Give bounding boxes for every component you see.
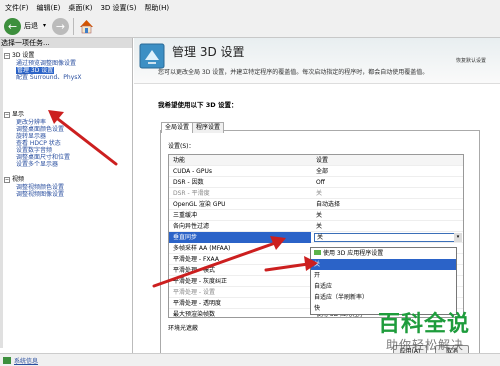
grid-row[interactable]: CUDA - GPUs 全部 bbox=[169, 166, 463, 177]
settings-question: 我希望使用以下 3D 设置： bbox=[158, 101, 238, 109]
task-pane: 选择一项任务... −3D 设置 通过预览调整图像设置 管理 3D 设置 配置 … bbox=[0, 38, 133, 356]
chevron-down-icon[interactable]: ▾ bbox=[454, 233, 462, 242]
page-title: 管理 3D 设置 bbox=[172, 45, 245, 59]
tree-item-surround[interactable]: 配置 Surround、PhysX bbox=[16, 74, 82, 81]
menu-file[interactable]: 文件(F) bbox=[1, 0, 33, 16]
option-off[interactable]: 关 bbox=[311, 259, 456, 270]
tab-program-settings[interactable]: 程序设置 bbox=[192, 122, 225, 133]
toolbar: ← 后退 ▾ → bbox=[0, 16, 500, 38]
vsync-select[interactable]: 关 bbox=[314, 233, 462, 242]
chevron-down-icon[interactable]: ▾ bbox=[43, 22, 46, 29]
menu-edit[interactable]: 编辑(E) bbox=[33, 0, 65, 16]
grid-row[interactable]: 环境光遮蔽 bbox=[168, 323, 198, 332]
grid-row[interactable]: OpenGL 渲染 GPU 自动选择 bbox=[169, 199, 463, 210]
restore-defaults-link[interactable]: 恢复默认设置 bbox=[456, 57, 486, 64]
tree-category-video[interactable]: − 视频 bbox=[4, 176, 24, 183]
info-icon bbox=[3, 357, 11, 364]
collapse-icon[interactable]: − bbox=[4, 111, 10, 118]
system-info-link[interactable]: 系统信息 bbox=[14, 356, 38, 365]
option-adaptive[interactable]: 自适应 bbox=[311, 281, 456, 292]
menu-bar: 文件(F) 编辑(E) 桌面(K) 3D 设置(S) 帮助(H) bbox=[0, 0, 500, 16]
watermark-subtitle: 助你轻松解决 bbox=[386, 338, 465, 352]
task-pane-header: 选择一项任务... bbox=[0, 38, 132, 48]
option-adaptive-half[interactable]: 自适应（半刷新率） bbox=[311, 292, 456, 303]
grid-row[interactable]: 三重缓冲关 bbox=[169, 210, 463, 221]
menu-3d-settings[interactable]: 3D 设置(S) bbox=[96, 0, 140, 16]
grid-row[interactable]: DSR - 因数 Off bbox=[169, 177, 463, 188]
red-arrow-annotation bbox=[152, 236, 318, 288]
vsync-dropdown-list: 使用 3D 应用程序设置 关 开 自适应 自适应（半刷新率） 快 bbox=[310, 247, 457, 315]
nvidia-3d-icon bbox=[139, 43, 165, 69]
watermark-title: 百科全说 bbox=[378, 312, 471, 337]
forward-arrow-icon[interactable]: → bbox=[52, 18, 69, 35]
page-banner: 管理 3D 设置 恢复默认设置 bbox=[134, 38, 500, 84]
home-icon[interactable] bbox=[78, 18, 95, 35]
option-on[interactable]: 开 bbox=[311, 270, 456, 281]
tree-item-video-color[interactable]: 调整视频颜色设置 bbox=[16, 184, 64, 191]
red-arrow-annotation bbox=[48, 110, 118, 166]
menu-desktop[interactable]: 桌面(K) bbox=[64, 0, 96, 16]
grid-header-feature: 功能 bbox=[173, 157, 186, 164]
back-label[interactable]: 后退 bbox=[24, 21, 38, 31]
collapse-icon[interactable]: − bbox=[4, 176, 10, 183]
grid-header-setting: 设置 bbox=[316, 157, 329, 164]
status-bar: 系统信息 bbox=[0, 353, 500, 366]
tree-category-3d[interactable]: −3D 设置 bbox=[4, 52, 34, 59]
back-arrow-icon[interactable]: ← bbox=[4, 18, 21, 35]
page-description: 您可以更改全局 3D 设置，并建立特定程序的覆盖值。每次启动指定的程序时，都会自… bbox=[158, 69, 429, 76]
grid-row[interactable]: DSR - 平滑度关 bbox=[169, 188, 463, 199]
tree-item-image-settings[interactable]: 通过预览调整图像设置 bbox=[16, 60, 76, 67]
collapse-icon[interactable]: − bbox=[4, 52, 10, 59]
option-use-app-setting[interactable]: 使用 3D 应用程序设置 bbox=[311, 248, 456, 259]
tree-category-display[interactable]: − 显示 bbox=[4, 111, 24, 118]
tab-global-settings[interactable]: 全局设置 bbox=[161, 122, 194, 133]
toolbar-divider bbox=[73, 18, 74, 35]
grid-header: 功能 设置 bbox=[169, 155, 463, 166]
menu-help[interactable]: 帮助(H) bbox=[140, 0, 173, 16]
tree-margin bbox=[0, 48, 3, 348]
settings-label: 设置(S)： bbox=[168, 143, 195, 150]
tree-item-manage-3d[interactable]: 管理 3D 设置 bbox=[16, 67, 55, 74]
tree-item-video-image[interactable]: 调整视频图像设置 bbox=[16, 191, 64, 198]
